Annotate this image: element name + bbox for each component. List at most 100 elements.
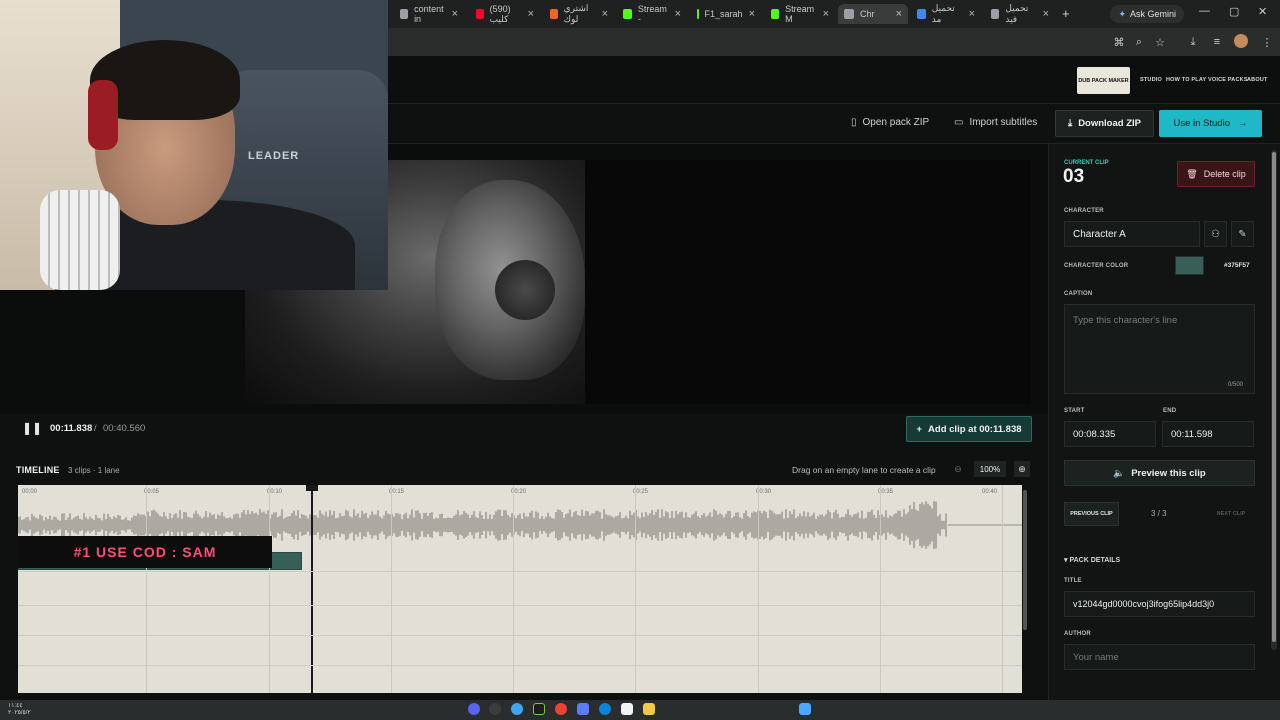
- tab-favicon-icon: [400, 9, 409, 19]
- import-subtitles-button[interactable]: ▭ Import subtitles: [954, 117, 1037, 128]
- end-time-field[interactable]: 00:11.598: [1162, 421, 1254, 447]
- extensions-icon[interactable]: ≡: [1210, 35, 1224, 49]
- tab-favicon-icon: [623, 9, 632, 19]
- tab-label: Chr: [860, 9, 875, 19]
- store-icon[interactable]: [621, 703, 633, 715]
- tab-favicon-icon: [991, 9, 1000, 19]
- browser-tab[interactable]: F1_sarah ×: [691, 4, 761, 24]
- add-clip-button[interactable]: + Add clip at 00:11.838: [906, 416, 1032, 442]
- zoom-icon[interactable]: ⌕: [1132, 35, 1146, 49]
- minimize-button[interactable]: —: [1199, 5, 1210, 17]
- pack-title-field[interactable]: v12044gd0000cvoj3ifog65lip4dd3j0: [1064, 591, 1255, 617]
- start-time-field[interactable]: 00:08.335: [1064, 421, 1156, 447]
- end-label: END: [1163, 408, 1177, 414]
- next-clip-button[interactable]: NEXT CLIP: [1207, 502, 1255, 526]
- author-label: AUTHOR: [1064, 631, 1091, 637]
- speaker-icon: 🔈: [1113, 467, 1126, 479]
- timeline-gridline: [146, 485, 147, 693]
- delete-clip-button[interactable]: 🗑 Delete clip: [1177, 161, 1255, 187]
- nav-dub-pack-maker[interactable]: DUB PACK MAKER: [1077, 67, 1130, 94]
- use-in-studio-button[interactable]: Use in Studio →: [1159, 110, 1262, 137]
- timeline-scrollbar[interactable]: [1023, 490, 1027, 630]
- panel-scrollbar-thumb[interactable]: [1272, 152, 1276, 642]
- video-microphone: [495, 260, 555, 320]
- time-separator: /: [94, 423, 97, 434]
- browser-tab[interactable]: Stream - ×: [617, 4, 687, 24]
- timeline-track[interactable]: 00:00 00:05 00:10 00:15 00:20 00:25 00:30 00:35…: [18, 485, 1022, 693]
- arrow-right-icon: →: [1238, 118, 1248, 129]
- new-tab-button[interactable]: +: [1062, 6, 1070, 21]
- restore-button[interactable]: ▢: [1229, 5, 1239, 18]
- preview-clip-button[interactable]: 🔈 Preview this clip: [1064, 460, 1255, 486]
- tab-close-icon[interactable]: ×: [452, 8, 458, 20]
- browser-tab[interactable]: (590) كليب ×: [470, 4, 540, 24]
- tab-label: تحميل فيد: [1005, 3, 1029, 24]
- zoom-out-icon[interactable]: ⊖: [950, 461, 966, 477]
- browser-tab[interactable]: Chr ×: [838, 4, 908, 24]
- file-explorer-icon[interactable]: [643, 703, 655, 715]
- obs-icon[interactable]: [489, 703, 501, 715]
- terminal-icon[interactable]: [533, 703, 545, 715]
- browser-menu-icon[interactable]: ⋮: [1260, 35, 1274, 49]
- tab-favicon-icon: [917, 9, 926, 19]
- zoom-level: 100%: [974, 461, 1006, 477]
- delete-clip-label: Delete clip: [1203, 169, 1246, 179]
- tab-close-icon[interactable]: ×: [896, 8, 902, 20]
- timeline-title: TIMELINE: [16, 465, 60, 475]
- previous-clip-button[interactable]: PREVIOUS CLIP: [1064, 502, 1119, 526]
- pack-details-toggle[interactable]: ▾ PACK DETAILS: [1064, 556, 1120, 564]
- nav-about[interactable]: ABOUT: [1247, 77, 1268, 83]
- character-color-swatch[interactable]: [1175, 256, 1204, 275]
- profile-avatar[interactable]: [1234, 34, 1248, 48]
- browser-tab[interactable]: Stream M ×: [765, 4, 835, 24]
- tab-favicon-icon: [844, 9, 854, 19]
- timeline-meta: 3 clips · 1 lane: [68, 466, 120, 475]
- edit-character-icon[interactable]: ✎: [1231, 221, 1254, 247]
- tab-close-icon[interactable]: ×: [749, 8, 755, 20]
- download-zip-button[interactable]: ⤓ Download ZIP: [1055, 110, 1154, 137]
- browser-tab[interactable]: اشتري لوك ×: [544, 3, 614, 24]
- browser-tab[interactable]: تحميل مد ×: [911, 3, 981, 24]
- character-select[interactable]: Character A: [1064, 221, 1200, 247]
- ask-gemini-button[interactable]: ✦ Ask Gemini: [1110, 5, 1184, 23]
- close-window-button[interactable]: ✕: [1258, 5, 1267, 18]
- search-taskbar-icon[interactable]: [511, 703, 523, 715]
- browser-tab[interactable]: تحميل فيد ×: [985, 3, 1055, 24]
- tab-favicon-icon: [550, 9, 558, 19]
- app-icon[interactable]: [577, 703, 589, 715]
- pause-icon[interactable]: ❚❚: [22, 421, 42, 435]
- tab-close-icon[interactable]: ×: [1043, 8, 1049, 20]
- windows-icon[interactable]: [799, 703, 811, 715]
- browser-tab[interactable]: content in ×: [394, 4, 464, 24]
- tab-close-icon[interactable]: ×: [675, 8, 681, 20]
- download-icon[interactable]: ⤓: [1186, 35, 1200, 49]
- zoom-in-icon[interactable]: ⊕: [1014, 461, 1030, 477]
- open-pack-zip-label: Open pack ZIP: [862, 117, 930, 128]
- timeline-gridline: [1002, 485, 1003, 693]
- url-field[interactable]: [388, 31, 1098, 53]
- caption-textarea[interactable]: Type this character's line: [1064, 304, 1255, 394]
- translate-icon[interactable]: ⌘: [1112, 35, 1126, 49]
- chrome-icon[interactable]: [555, 703, 567, 715]
- os-taskbar: [0, 700, 1280, 720]
- playhead[interactable]: [311, 485, 313, 693]
- open-pack-zip-button[interactable]: ▯ Open pack ZIP: [851, 117, 929, 128]
- tab-close-icon[interactable]: ×: [823, 8, 829, 20]
- tab-label: content in: [414, 4, 444, 24]
- tab-close-icon[interactable]: ×: [969, 8, 975, 20]
- subtitles-icon: ▭: [954, 117, 964, 128]
- add-character-icon[interactable]: ⚇: [1204, 221, 1227, 247]
- current-clip-number: 03: [1063, 166, 1085, 187]
- bookmark-star-icon[interactable]: ☆: [1153, 35, 1167, 49]
- nav-how-to-play[interactable]: HOW TO PLAY: [1166, 77, 1206, 83]
- tab-close-icon[interactable]: ×: [602, 8, 608, 20]
- author-field[interactable]: Your name: [1064, 644, 1255, 670]
- timeline-tick-label: 00:40: [982, 489, 998, 495]
- timeline-lane-divider: [18, 665, 1022, 666]
- discord-icon[interactable]: [468, 703, 480, 715]
- edge-icon[interactable]: [599, 703, 611, 715]
- nav-voice-packs[interactable]: VOICE PACKS: [1208, 77, 1248, 83]
- nav-studio[interactable]: STUDIO: [1140, 77, 1162, 83]
- tab-close-icon[interactable]: ×: [528, 8, 534, 20]
- tab-favicon-icon: [697, 9, 699, 19]
